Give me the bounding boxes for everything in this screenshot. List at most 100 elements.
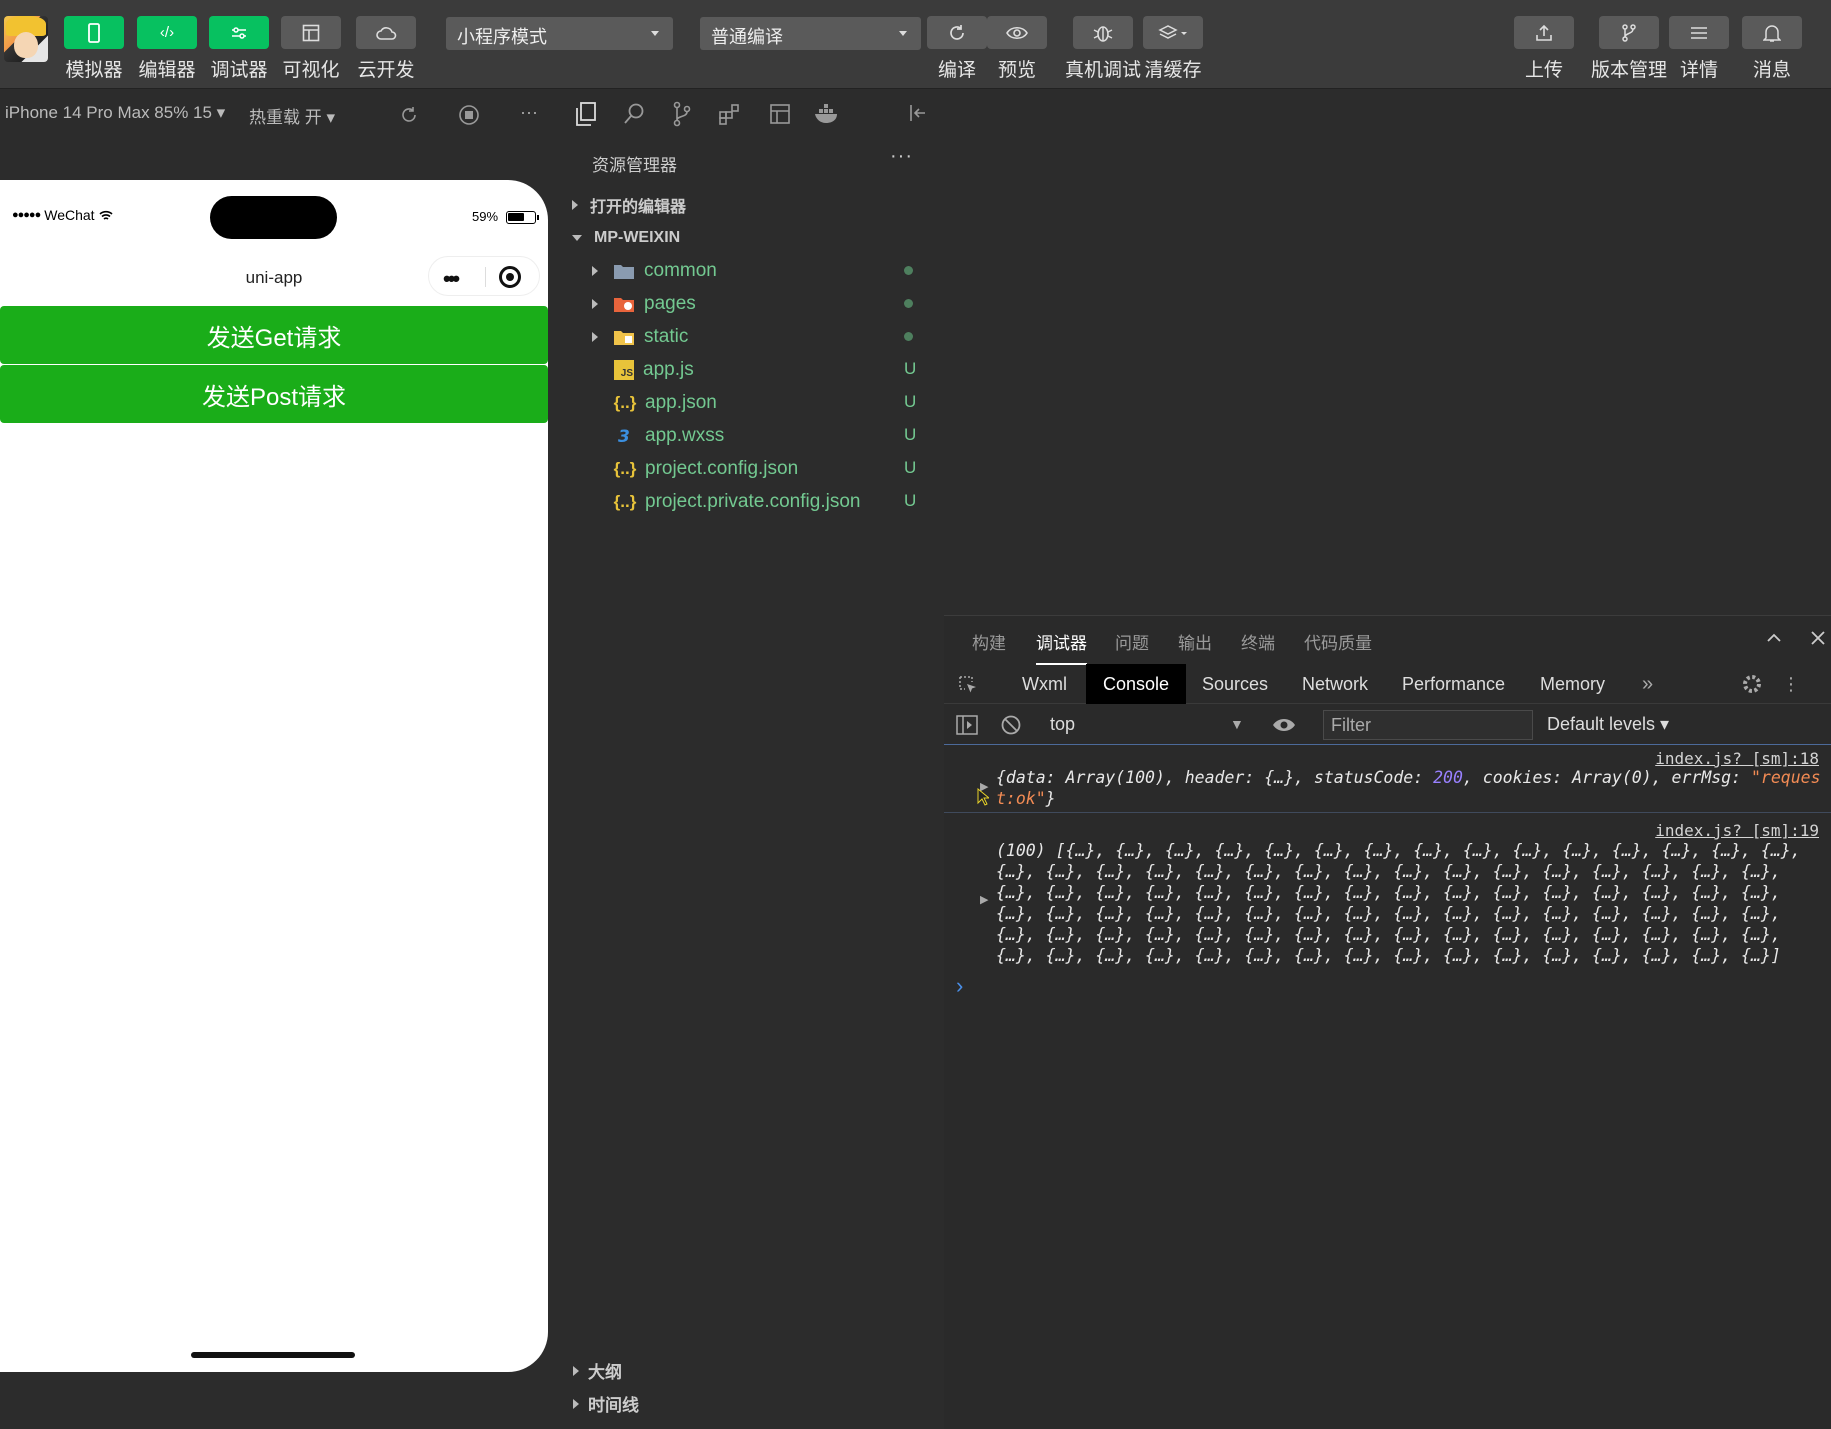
tree-item-app-js[interactable]: JS app.js bbox=[614, 355, 694, 385]
send-get-button[interactable]: 发送Get请求 bbox=[0, 306, 548, 364]
tree-item-static[interactable]: static bbox=[592, 322, 688, 352]
tree-item-label: project.config.json bbox=[645, 458, 799, 479]
outline-section[interactable]: 大纲 bbox=[573, 1358, 622, 1383]
tree-item-project-config[interactable]: {..} project.config.json bbox=[614, 454, 799, 484]
tab-memory[interactable]: Memory bbox=[1523, 664, 1622, 704]
untracked-badge: U bbox=[904, 425, 917, 444]
log-line: {…}, {…}, {…}, {…}, {…}, {…}, {…}, {…}, … bbox=[996, 925, 1781, 944]
compile-select[interactable]: 普通编译 bbox=[700, 17, 921, 50]
device-select[interactable]: iPhone 14 Pro Max 85% 15 ▾ bbox=[5, 103, 225, 123]
capsule-menu[interactable]: ••• bbox=[428, 256, 540, 296]
source-control-icon[interactable] bbox=[668, 100, 696, 128]
docker-icon[interactable] bbox=[812, 100, 842, 128]
clear-cache-button[interactable]: 清缓存 bbox=[1143, 16, 1203, 82]
tab-output[interactable]: 输出 bbox=[1178, 629, 1212, 654]
settings-gear-icon[interactable] bbox=[1740, 672, 1764, 696]
eye-icon[interactable] bbox=[1271, 714, 1297, 736]
tab-wxml[interactable]: Wxml bbox=[1005, 664, 1084, 704]
close-icon[interactable] bbox=[1808, 628, 1828, 648]
modified-dot bbox=[904, 299, 913, 308]
chevron-down-icon[interactable]: ▼ bbox=[1230, 716, 1244, 732]
preview-label: 预览 bbox=[997, 60, 1036, 81]
json-file-icon: {..} bbox=[613, 393, 637, 412]
context-select[interactable]: top bbox=[1050, 714, 1075, 735]
devtools-panel-tabs: Wxml Console Sources Network Performance… bbox=[944, 664, 1831, 704]
tree-item-common[interactable]: common bbox=[592, 256, 717, 286]
rotate-icon[interactable] bbox=[397, 103, 421, 127]
tree-item-label: app.js bbox=[643, 359, 694, 380]
cloud-button[interactable]: 云开发 bbox=[356, 16, 416, 82]
code-icon: ‹/› bbox=[137, 16, 197, 49]
chevron-up-icon[interactable] bbox=[1764, 628, 1784, 648]
inspect-element-icon[interactable] bbox=[956, 673, 980, 697]
messages-button[interactable]: 消息 bbox=[1742, 16, 1802, 82]
sidebar-toggle-icon[interactable] bbox=[955, 714, 979, 736]
user-avatar[interactable] bbox=[4, 16, 48, 62]
upload-button[interactable]: 上传 bbox=[1514, 16, 1574, 82]
source-link[interactable]: index.js? [sm]:19 bbox=[1655, 821, 1819, 840]
tab-debugger[interactable]: 调试器 bbox=[1036, 629, 1087, 665]
log-levels-select[interactable]: Default levels ▾ bbox=[1547, 714, 1669, 735]
explorer-more-icon[interactable]: ··· bbox=[890, 145, 913, 168]
wifi-icon bbox=[99, 210, 113, 220]
kebab-menu-icon[interactable]: ⋮ bbox=[1782, 672, 1800, 696]
layout-icon bbox=[281, 16, 341, 49]
tab-code-quality[interactable]: 代码质量 bbox=[1304, 629, 1372, 654]
source-link[interactable]: index.js? [sm]:18 bbox=[1655, 749, 1819, 768]
version-button[interactable]: 版本管理 bbox=[1591, 16, 1667, 82]
visual-button[interactable]: 可视化 bbox=[281, 16, 341, 82]
tab-problems[interactable]: 问题 bbox=[1115, 629, 1149, 654]
collapse-panel-icon[interactable] bbox=[905, 100, 931, 126]
tab-console[interactable]: Console bbox=[1086, 664, 1187, 704]
compile-select-value: 普通编译 bbox=[711, 27, 783, 47]
simulator-button[interactable]: 模拟器 bbox=[64, 16, 124, 82]
tree-item-label: app.wxss bbox=[645, 425, 725, 446]
tab-network[interactable]: Network bbox=[1285, 664, 1385, 704]
tree-item-app-wxss[interactable]: 3 app.wxss bbox=[614, 421, 724, 451]
tree-item-app-json[interactable]: {..} app.json bbox=[614, 388, 717, 418]
cloud-db-icon[interactable] bbox=[766, 100, 794, 128]
mode-select[interactable]: 小程序模式 bbox=[446, 17, 673, 50]
tab-terminal[interactable]: 终端 bbox=[1241, 629, 1275, 654]
untracked-badge: U bbox=[904, 392, 917, 411]
editor-area bbox=[944, 90, 1831, 614]
tab-performance[interactable]: Performance bbox=[1385, 664, 1522, 704]
compile-button[interactable]: 编译 bbox=[927, 16, 987, 82]
copy-files-icon[interactable] bbox=[572, 100, 600, 128]
remote-debug-label: 真机调试 bbox=[1065, 60, 1142, 81]
phone-icon bbox=[64, 16, 124, 49]
details-label: 详情 bbox=[1679, 60, 1718, 81]
open-editors-section[interactable]: 打开的编辑器 bbox=[572, 190, 686, 220]
console-prompt[interactable]: › bbox=[956, 973, 963, 999]
more-options-icon[interactable]: ··· bbox=[516, 100, 542, 124]
timeline-section[interactable]: 时间线 bbox=[573, 1391, 639, 1416]
more-icon[interactable]: ••• bbox=[443, 266, 460, 292]
cloud-label: 云开发 bbox=[357, 60, 415, 81]
tree-item-project-private-config[interactable]: {..} project.private.config.json bbox=[614, 487, 861, 517]
expand-arrow-icon[interactable]: ▶ bbox=[980, 893, 988, 906]
debugger-button[interactable]: 调试器 bbox=[209, 16, 269, 82]
remote-debug-button[interactable]: 真机调试 bbox=[1065, 16, 1141, 82]
stop-icon[interactable] bbox=[457, 103, 481, 127]
project-section[interactable]: MP-WEIXIN bbox=[572, 223, 680, 253]
tree-item-pages[interactable]: pages bbox=[592, 289, 696, 319]
editor-button[interactable]: ‹/› 编辑器 bbox=[137, 16, 197, 82]
carrier-label: WeChat bbox=[44, 207, 95, 223]
hot-reload-select[interactable]: 热重载 开 ▾ bbox=[249, 103, 335, 128]
clear-console-icon[interactable] bbox=[999, 714, 1023, 736]
search-icon[interactable] bbox=[620, 100, 648, 128]
log-line: {data: Array(100), header: {…}, statusCo… bbox=[996, 768, 1821, 787]
log-line: {…}, {…}, {…}, {…}, {…}, {…}, {…}, {…}, … bbox=[996, 904, 1781, 923]
chevron-down-icon bbox=[651, 31, 659, 36]
tab-sources[interactable]: Sources bbox=[1185, 664, 1285, 704]
filter-input[interactable]: Filter bbox=[1323, 710, 1533, 740]
close-miniprogram-icon[interactable] bbox=[499, 266, 521, 288]
preview-button[interactable]: 预览 bbox=[987, 16, 1047, 82]
js-file-icon: JS bbox=[614, 360, 634, 380]
details-button[interactable]: 详情 bbox=[1669, 16, 1729, 82]
extensions-icon[interactable] bbox=[716, 100, 744, 128]
send-post-button[interactable]: 发送Post请求 bbox=[0, 365, 548, 423]
more-tabs-icon[interactable]: » bbox=[1625, 664, 1670, 704]
upload-icon bbox=[1514, 16, 1574, 49]
tab-build[interactable]: 构建 bbox=[972, 629, 1006, 654]
